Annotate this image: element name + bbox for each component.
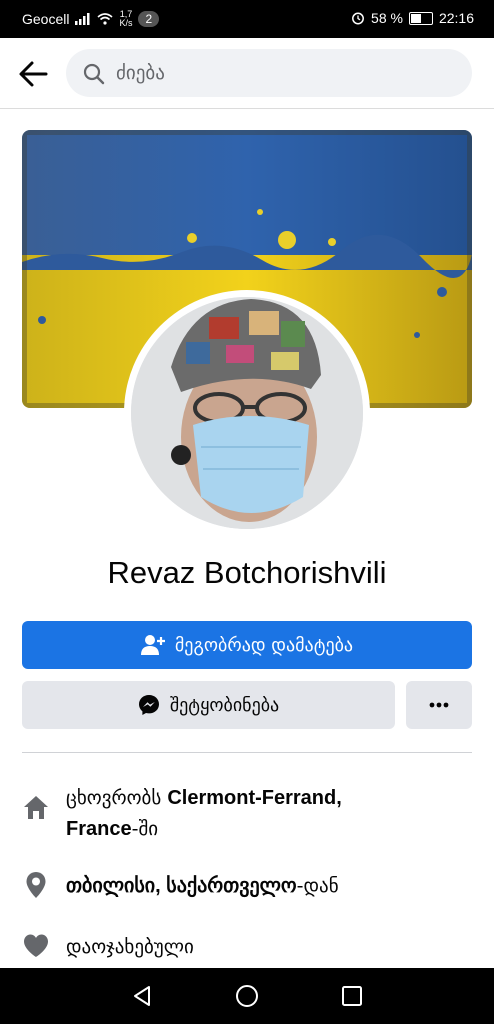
add-friend-label: მეგობრად დამატება — [174, 634, 354, 656]
section-divider — [22, 752, 472, 753]
from-place-link[interactable]: თბილისი, საქართველო — [66, 875, 297, 897]
wifi-icon — [97, 13, 113, 25]
back-button[interactable] — [14, 54, 54, 94]
profile-avatar[interactable] — [131, 297, 363, 529]
top-bar: ძიება — [0, 38, 494, 109]
circle-home-icon[interactable] — [235, 984, 259, 1008]
search-placeholder: ძიება — [116, 62, 165, 84]
lives-country-link[interactable]: France — [66, 818, 132, 840]
battery-percent: 58 % — [371, 10, 403, 26]
clock: 22:16 — [438, 10, 474, 26]
arrow-left-icon — [19, 61, 48, 87]
search-icon — [83, 63, 105, 85]
avatar-image — [131, 297, 363, 529]
add-friend-button[interactable]: მეგობრად დამატება — [22, 621, 472, 669]
message-label: შეტყობინება — [169, 694, 280, 716]
square-recent-icon[interactable] — [340, 984, 364, 1008]
pin-icon — [26, 872, 46, 898]
battery-icon — [408, 11, 433, 25]
from-text: თბილისი, საქართველო-დან — [66, 875, 339, 897]
messenger-icon — [138, 695, 159, 715]
system-nav-bar — [0, 968, 494, 1024]
message-button[interactable]: შეტყობინება — [22, 681, 395, 729]
lives-in-text: ცხოვრობს Clermont-Ferrand, France-ში — [66, 787, 342, 840]
relationship-row: დაოჯახებული — [22, 932, 472, 964]
ellipsis-icon — [429, 702, 449, 708]
house-icon — [24, 796, 48, 819]
relationship-text: დაოჯახებული — [66, 936, 194, 958]
status-bar: Geocell 1,7 K/s 2 58 % 22:16 — [0, 0, 494, 38]
triangle-back-icon[interactable] — [130, 984, 154, 1008]
notification-badge: 2 — [138, 11, 160, 27]
search-input[interactable]: ძიება — [66, 49, 472, 97]
lives-city-link[interactable]: Clermont-Ferrand, — [167, 787, 341, 809]
network-speed: 1,7 K/s — [119, 9, 133, 28]
from-row: თბილისი, საქართველო-დან — [22, 871, 472, 903]
person-plus-icon — [140, 635, 165, 655]
profile-name: Revaz Botchorishvili — [107, 555, 387, 590]
heart-icon — [24, 934, 48, 957]
alarm-icon — [352, 12, 364, 25]
signal-icon — [75, 13, 90, 25]
lives-in-row: ცხოვრობს Clermont-Ferrand, France-ში — [22, 783, 472, 847]
carrier-label: Geocell — [22, 11, 70, 27]
more-options-button[interactable] — [406, 681, 472, 729]
